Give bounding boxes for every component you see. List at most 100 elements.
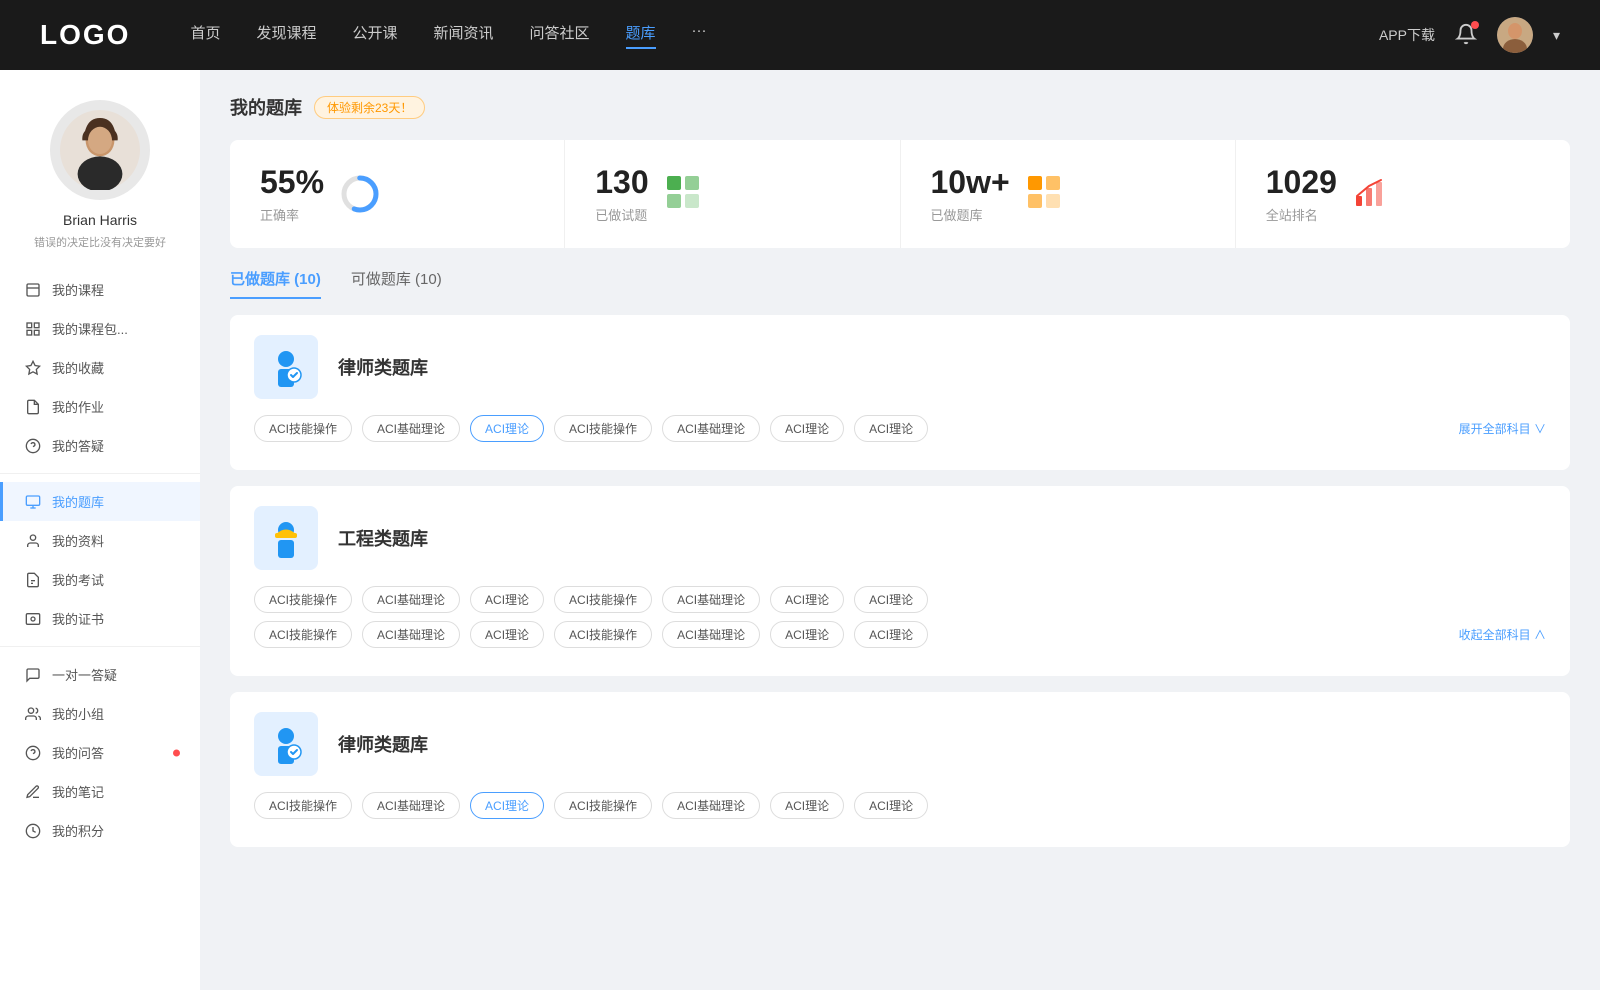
sidebar-item-label: 我的资料 bbox=[52, 531, 104, 550]
stat-label-accuracy: 正确率 bbox=[260, 205, 324, 224]
nav-item-open[interactable]: 公开课 bbox=[352, 22, 397, 49]
sidebar-item-homework[interactable]: 我的作业 bbox=[0, 387, 200, 426]
cert-icon bbox=[24, 610, 42, 628]
star-icon bbox=[24, 359, 42, 377]
question-icon bbox=[24, 437, 42, 455]
sidebar-item-profile[interactable]: 我的资料 bbox=[0, 521, 200, 560]
tag[interactable]: ACI基础理论 bbox=[662, 621, 760, 648]
tag[interactable]: ACI技能操作 bbox=[554, 792, 652, 819]
sidebar-motto: 错误的决定比没有决定要好 bbox=[24, 234, 176, 250]
sidebar-item-cert[interactable]: 我的证书 bbox=[0, 599, 200, 638]
stat-label-banks: 已做题库 bbox=[931, 205, 1010, 224]
main-layout: Brian Harris 错误的决定比没有决定要好 我的课程 我的课程包... … bbox=[0, 70, 1600, 990]
tag[interactable]: ACI技能操作 bbox=[254, 586, 352, 613]
collapse-btn-2[interactable]: 收起全部科目 ∧ bbox=[1459, 626, 1546, 643]
tag[interactable]: ACI理论 bbox=[854, 792, 928, 819]
nav-item-more[interactable]: ··· bbox=[692, 22, 707, 49]
tag[interactable]: ACI理论 bbox=[854, 621, 928, 648]
chevron-down-icon[interactable]: ▾ bbox=[1553, 27, 1560, 44]
tag[interactable]: ACI技能操作 bbox=[254, 415, 352, 442]
chart-red-icon bbox=[1353, 174, 1393, 214]
tag[interactable]: ACI基础理论 bbox=[662, 415, 760, 442]
sidebar-item-label: 我的题库 bbox=[52, 492, 104, 511]
qbank-header-1: 律师类题库 bbox=[254, 335, 1546, 399]
stat-value-rank: 1029 bbox=[1266, 164, 1337, 201]
tag[interactable]: ACI基础理论 bbox=[662, 586, 760, 613]
tag[interactable]: ACI技能操作 bbox=[554, 586, 652, 613]
qbank-icon bbox=[24, 493, 42, 511]
nav-item-discover[interactable]: 发现课程 bbox=[256, 22, 316, 49]
tab-done[interactable]: 已做题库 (10) bbox=[230, 268, 321, 299]
expand-btn-1[interactable]: 展开全部科目 ∨ bbox=[1459, 420, 1546, 437]
sidebar-item-exam[interactable]: 我的考试 bbox=[0, 560, 200, 599]
tag[interactable]: ACI理论 bbox=[470, 621, 544, 648]
nav-item-home[interactable]: 首页 bbox=[190, 22, 220, 49]
tag[interactable]: ACI理论 bbox=[770, 586, 844, 613]
sidebar-item-notes[interactable]: 我的笔记 bbox=[0, 772, 200, 811]
tags-row-3: ACI技能操作 ACI基础理论 ACI理论 ACI技能操作 ACI基础理论 AC… bbox=[254, 792, 1546, 819]
page-header: 我的题库 体验剩余23天！ bbox=[230, 94, 1570, 120]
sidebar-item-label: 我的积分 bbox=[52, 821, 104, 840]
tab-available[interactable]: 可做题库 (10) bbox=[351, 268, 442, 299]
stat-value-accuracy: 55% bbox=[260, 164, 324, 201]
tag-active[interactable]: ACI理论 bbox=[470, 792, 544, 819]
qbank-icon-lawyer-1 bbox=[254, 335, 318, 399]
sidebar-item-favorites[interactable]: 我的收藏 bbox=[0, 348, 200, 387]
sidebar-item-qbank[interactable]: 我的题库 bbox=[0, 482, 200, 521]
tag[interactable]: ACI理论 bbox=[770, 415, 844, 442]
qbank-icon-lawyer-2 bbox=[254, 712, 318, 776]
sidebar-item-points[interactable]: 我的积分 bbox=[0, 811, 200, 850]
tag[interactable]: ACI理论 bbox=[470, 586, 544, 613]
tags-row-2a: ACI技能操作 ACI基础理论 ACI理论 ACI技能操作 ACI基础理论 AC… bbox=[254, 586, 1546, 613]
tag[interactable]: ACI技能操作 bbox=[554, 415, 652, 442]
course-icon bbox=[24, 281, 42, 299]
tag[interactable]: ACI理论 bbox=[854, 586, 928, 613]
qbank-icon-engineer bbox=[254, 506, 318, 570]
nav-item-news[interactable]: 新闻资讯 bbox=[434, 22, 494, 49]
tag[interactable]: ACI技能操作 bbox=[254, 621, 352, 648]
sidebar-item-label: 我的证书 bbox=[52, 609, 104, 628]
sidebar-item-label: 我的收藏 bbox=[52, 358, 104, 377]
pie-chart-icon bbox=[340, 174, 380, 214]
tab-bar: 已做题库 (10) 可做题库 (10) bbox=[230, 268, 1570, 299]
sidebar-item-course-pkg[interactable]: 我的课程包... bbox=[0, 309, 200, 348]
sidebar-item-label: 我的笔记 bbox=[52, 782, 104, 801]
tag[interactable]: ACI技能操作 bbox=[554, 621, 652, 648]
sidebar-item-group[interactable]: 我的小组 bbox=[0, 694, 200, 733]
tag-active[interactable]: ACI理论 bbox=[470, 415, 544, 442]
stat-questions-done: 130 已做试题 bbox=[565, 140, 900, 248]
nav-item-qbank[interactable]: 题库 bbox=[626, 22, 656, 49]
tag[interactable]: ACI基础理论 bbox=[362, 586, 460, 613]
sidebar: Brian Harris 错误的决定比没有决定要好 我的课程 我的课程包... … bbox=[0, 70, 200, 990]
app-download-btn[interactable]: APP下载 bbox=[1379, 25, 1435, 45]
tag[interactable]: ACI技能操作 bbox=[254, 792, 352, 819]
qbank-title-3: 律师类题库 bbox=[338, 731, 428, 757]
sidebar-item-label: 我的答疑 bbox=[52, 436, 104, 455]
tag[interactable]: ACI理论 bbox=[770, 621, 844, 648]
tag[interactable]: ACI基础理论 bbox=[362, 792, 460, 819]
stat-rank: 1029 全站排名 bbox=[1236, 140, 1570, 248]
divider bbox=[0, 646, 200, 647]
notes-icon bbox=[24, 783, 42, 801]
stat-label-questions: 已做试题 bbox=[595, 205, 648, 224]
tag[interactable]: ACI基础理论 bbox=[362, 415, 460, 442]
points-icon bbox=[24, 822, 42, 840]
nav-item-qa[interactable]: 问答社区 bbox=[530, 22, 590, 49]
sidebar-item-1on1[interactable]: 一对一答疑 bbox=[0, 655, 200, 694]
myqa-icon bbox=[24, 744, 42, 762]
tag[interactable]: ACI理论 bbox=[770, 792, 844, 819]
bell-icon[interactable] bbox=[1455, 23, 1477, 48]
tag[interactable]: ACI基础理论 bbox=[662, 792, 760, 819]
sidebar-menu: 我的课程 我的课程包... 我的收藏 我的作业 bbox=[0, 270, 200, 850]
tag[interactable]: ACI基础理论 bbox=[362, 621, 460, 648]
stat-accuracy: 55% 正确率 bbox=[230, 140, 565, 248]
navbar: LOGO 首页 发现课程 公开课 新闻资讯 问答社区 题库 ··· APP下载 … bbox=[0, 0, 1600, 70]
avatar[interactable] bbox=[1497, 17, 1533, 53]
qbank-title-2: 工程类题库 bbox=[338, 525, 428, 551]
sidebar-item-course[interactable]: 我的课程 bbox=[0, 270, 200, 309]
homework-icon bbox=[24, 398, 42, 416]
stats-row: 55% 正确率 130 已做试题 bbox=[230, 140, 1570, 248]
sidebar-item-myqa[interactable]: 我的问答 bbox=[0, 733, 200, 772]
sidebar-item-questions[interactable]: 我的答疑 bbox=[0, 426, 200, 465]
tag[interactable]: ACI理论 bbox=[854, 415, 928, 442]
